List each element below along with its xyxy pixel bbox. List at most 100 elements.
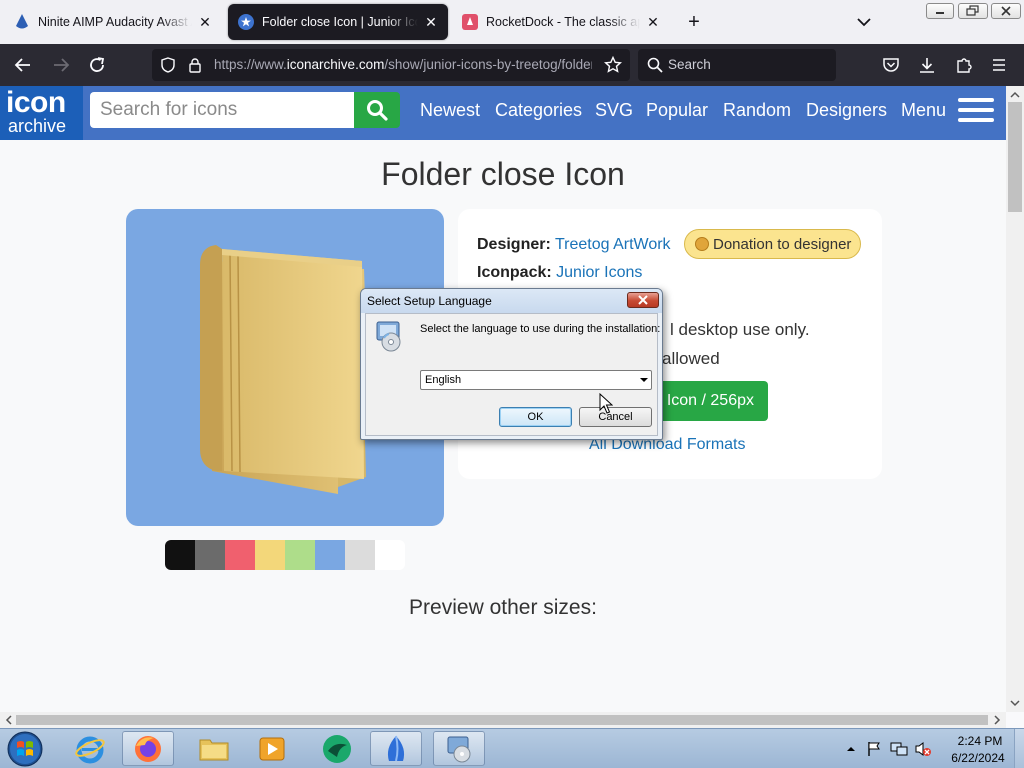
show-hidden-icons-icon[interactable] xyxy=(846,741,862,757)
scroll-left-arrow-icon xyxy=(5,715,12,725)
iconarchive-logo[interactable]: icon archive xyxy=(0,86,83,140)
search-icon xyxy=(647,57,663,78)
dropdown-arrow-icon xyxy=(640,378,648,382)
scroll-right-arrow-icon xyxy=(994,715,1001,725)
forward-button[interactable] xyxy=(48,52,74,78)
nav-designers[interactable]: Designers xyxy=(806,100,887,121)
swatch-green[interactable] xyxy=(285,540,315,570)
system-tray: 2:24 PM 6/22/2024 xyxy=(842,729,1024,768)
license-text-1: l desktop use only. xyxy=(670,320,810,339)
url-text[interactable]: https://www.iconarchive.com/show/junior-… xyxy=(214,57,592,72)
setup-installer-icon xyxy=(447,736,471,762)
swatch-white[interactable] xyxy=(375,540,405,570)
select-setup-language-dialog: Select Setup Language Select the languag… xyxy=(360,288,663,440)
downloads-button[interactable] xyxy=(914,52,940,78)
dialog-message: Select the language to use during the in… xyxy=(420,323,661,335)
app-menu-button[interactable] xyxy=(986,52,1012,78)
horizontal-scroll-thumb[interactable] xyxy=(16,715,988,725)
dialog-close-button[interactable] xyxy=(627,292,659,308)
tab-title: Folder close Icon | Junior Iconpack xyxy=(262,15,418,29)
swatch-black[interactable] xyxy=(165,540,195,570)
search-placeholder: Search xyxy=(668,57,711,72)
close-window-button[interactable] xyxy=(991,3,1021,19)
swatch-red[interactable] xyxy=(225,540,255,570)
clock-date[interactable]: 6/22/2024 xyxy=(944,751,1012,765)
license-text-2: allowed xyxy=(662,349,720,368)
language-select[interactable]: English xyxy=(420,370,652,390)
hamburger-menu-icon xyxy=(993,59,1005,71)
coin-icon xyxy=(695,237,709,251)
star-favicon-icon xyxy=(238,14,254,30)
site-menu-hamburger-icon[interactable] xyxy=(958,98,994,126)
pocket-button[interactable] xyxy=(878,52,904,78)
iconpack-line: Iconpack: Junior Icons xyxy=(477,264,642,282)
tab-rocketdock[interactable]: RocketDock - The classic app launcher ✕ xyxy=(452,4,670,40)
designer-label: Designer: xyxy=(477,236,551,253)
iconpack-link[interactable]: Junior Icons xyxy=(556,264,642,281)
swatch-yellow[interactable] xyxy=(255,540,285,570)
close-tab-icon[interactable]: ✕ xyxy=(644,13,662,31)
selected-language: English xyxy=(425,374,462,386)
back-button[interactable] xyxy=(10,52,36,78)
windows-taskbar: 2:24 PM 6/22/2024 xyxy=(0,728,1024,768)
minimize-window-button[interactable] xyxy=(926,3,954,19)
firefox-icon xyxy=(135,735,161,762)
dialog-title: Select Setup Language xyxy=(367,294,492,308)
search-icon xyxy=(367,100,388,121)
nav-newest[interactable]: Newest xyxy=(420,100,480,121)
tab-ninite[interactable]: Ninite AIMP Audacity Avast AVG ✕ xyxy=(4,4,222,40)
reload-button[interactable] xyxy=(84,52,110,78)
taskbar-setup-installer[interactable] xyxy=(433,731,485,766)
internet-explorer-icon xyxy=(75,736,105,763)
bookmark-star-icon[interactable] xyxy=(603,55,623,79)
start-button[interactable] xyxy=(5,730,45,768)
new-tab-button[interactable]: + xyxy=(684,12,704,32)
nav-categories[interactable]: Categories xyxy=(495,100,582,121)
clock-time[interactable]: 2:24 PM xyxy=(950,734,1010,748)
taskbar-firefox[interactable] xyxy=(122,731,174,766)
swatch-blue[interactable] xyxy=(315,540,345,570)
mouse-cursor-icon xyxy=(599,393,613,414)
cancel-button[interactable]: Cancel xyxy=(579,407,652,427)
swatch-light-gray[interactable] xyxy=(345,540,375,570)
address-bar[interactable]: https://www.iconarchive.com/show/junior-… xyxy=(152,49,630,81)
taskbar-blue-sail-app[interactable] xyxy=(370,731,422,766)
ok-button[interactable]: OK xyxy=(499,407,572,427)
pocket-icon xyxy=(883,58,899,72)
tracking-protection-shield-icon[interactable] xyxy=(160,57,176,78)
tab-folder-close-icon[interactable]: Folder close Icon | Junior Iconpack ✕ xyxy=(228,4,448,40)
swatch-gray[interactable] xyxy=(195,540,225,570)
designer-line: Designer: Treetog ArtWork xyxy=(477,236,671,254)
nav-random[interactable]: Random xyxy=(723,100,791,121)
lock-icon[interactable] xyxy=(188,57,202,78)
donation-button[interactable]: Donation to designer xyxy=(684,229,862,259)
dialog-titlebar[interactable]: Select Setup Language xyxy=(361,289,662,313)
logo-line-1: icon xyxy=(6,86,66,119)
site-search-button[interactable] xyxy=(354,92,400,128)
background-color-swatches xyxy=(165,540,405,570)
browser-search-box[interactable]: Search xyxy=(638,49,836,81)
vertical-scroll-thumb[interactable] xyxy=(1008,102,1022,212)
vertical-scrollbar[interactable] xyxy=(1006,86,1024,712)
taskbar-file-explorer[interactable] xyxy=(188,731,240,766)
designer-link[interactable]: Treetog ArtWork xyxy=(555,236,671,253)
restore-window-button[interactable] xyxy=(958,3,988,19)
action-center-flag-icon[interactable] xyxy=(866,741,882,757)
taskbar-internet-explorer[interactable] xyxy=(64,731,116,766)
extensions-button[interactable] xyxy=(951,52,977,78)
nav-menu[interactable]: Menu xyxy=(901,100,946,121)
site-search-field[interactable] xyxy=(90,92,354,128)
list-all-tabs-icon[interactable] xyxy=(856,12,872,32)
nav-popular[interactable]: Popular xyxy=(646,100,708,121)
taskbar-green-app[interactable] xyxy=(311,731,363,766)
close-tab-icon[interactable]: ✕ xyxy=(422,13,440,31)
show-desktop-button[interactable] xyxy=(1014,729,1024,768)
nav-svg[interactable]: SVG xyxy=(595,100,633,121)
setup-installer-icon xyxy=(371,318,407,352)
close-tab-icon[interactable]: ✕ xyxy=(196,13,214,31)
horizontal-scrollbar[interactable] xyxy=(0,712,1006,728)
site-search-input[interactable] xyxy=(90,92,354,128)
network-icon[interactable] xyxy=(890,741,908,757)
volume-muted-icon[interactable] xyxy=(914,741,931,757)
taskbar-media-player[interactable] xyxy=(246,731,298,766)
